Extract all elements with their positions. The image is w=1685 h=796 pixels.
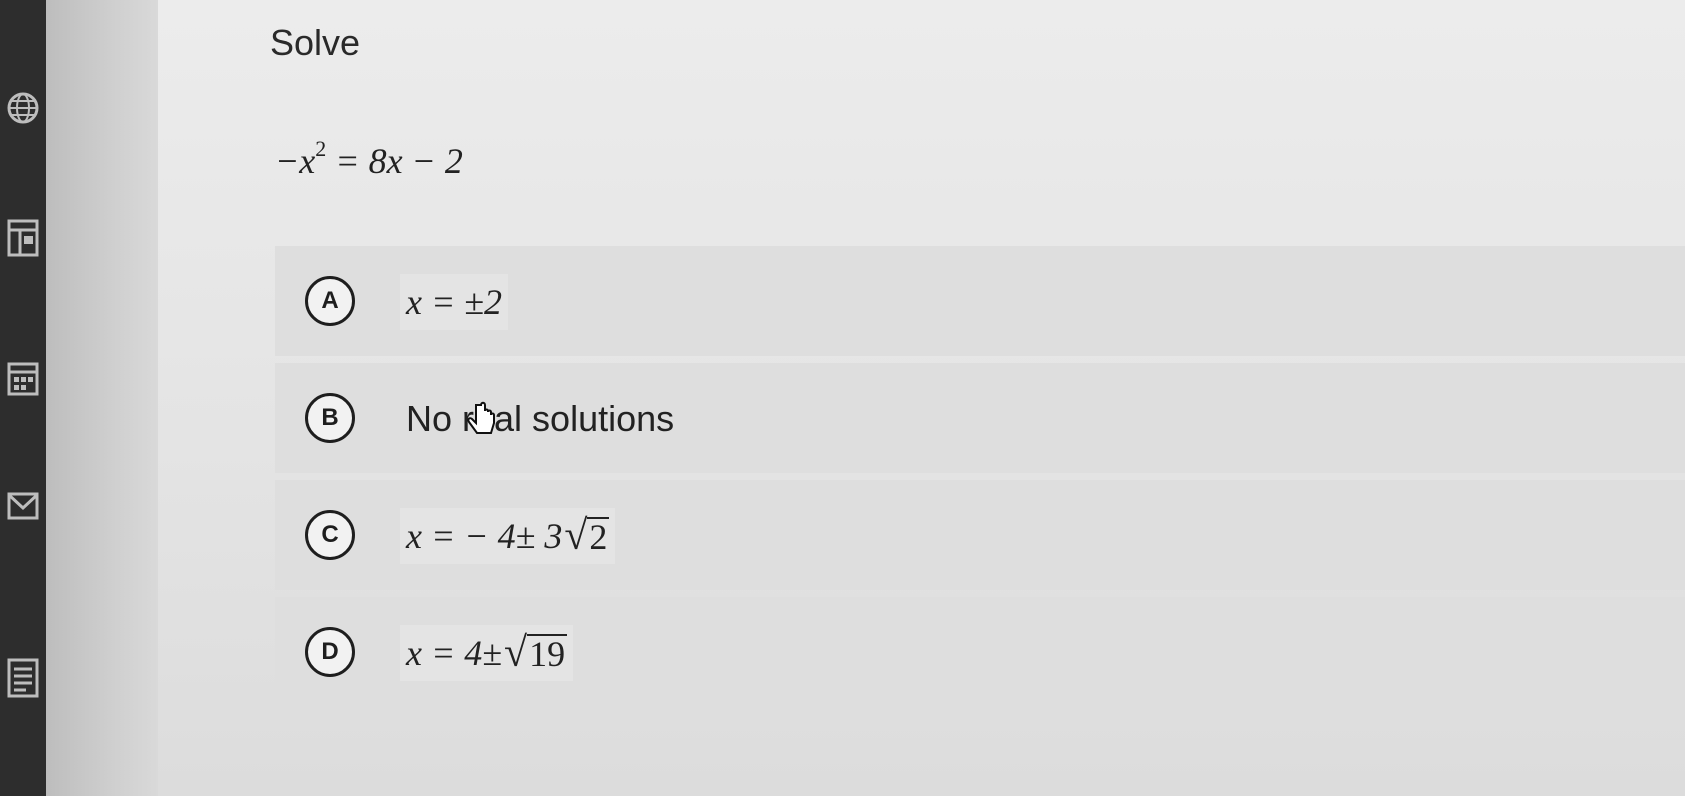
calendar-icon[interactable]: [4, 350, 42, 406]
choice-a-letter[interactable]: A: [305, 276, 355, 326]
choice-b-answer: No real solutions: [406, 398, 675, 439]
choice-d-radicand: 19: [527, 634, 568, 675]
choice-b-letter[interactable]: B: [305, 393, 355, 443]
equation-rhs: = 8x − 2: [326, 141, 463, 181]
question-title: Solve: [270, 22, 361, 63]
choice-c-lead: x = − 4± 3: [406, 516, 563, 556]
choice-c-radicand: 2: [587, 517, 610, 558]
question-equation: −x2 = 8x − 2: [275, 136, 463, 182]
equation-lhs: −x: [275, 141, 316, 181]
choice-d-lead: x = 4±: [406, 633, 503, 673]
left-sidebar: [0, 0, 46, 796]
choice-a-answer: x = ±2: [400, 274, 509, 330]
choice-a[interactable]: A x = ±2: [275, 246, 1685, 356]
layout-icon[interactable]: [4, 210, 42, 266]
choice-d-letter[interactable]: D: [305, 627, 355, 677]
hand-pointer-icon: [466, 401, 500, 446]
choice-d[interactable]: D x = 4± √ 19: [275, 597, 1685, 707]
choice-c[interactable]: C x = − 4± 3 √ 2: [275, 480, 1685, 590]
globe-icon[interactable]: [4, 80, 42, 136]
page-gutter: [46, 0, 158, 796]
radical-sign: √: [564, 513, 588, 559]
choice-c-letter[interactable]: C: [305, 510, 355, 560]
document-icon[interactable]: [4, 650, 42, 706]
choice-c-answer: x = − 4± 3 √ 2: [400, 508, 616, 564]
choice-c-sqrt: √ 2: [564, 513, 610, 559]
radical-sign: √: [504, 630, 528, 676]
equation-exponent: 2: [315, 136, 327, 161]
choice-a-lead: x = ±2: [406, 282, 503, 322]
choice-d-sqrt: √ 19: [504, 630, 568, 676]
choice-d-answer: x = 4± √ 19: [400, 625, 574, 681]
mail-icon[interactable]: [4, 478, 42, 534]
